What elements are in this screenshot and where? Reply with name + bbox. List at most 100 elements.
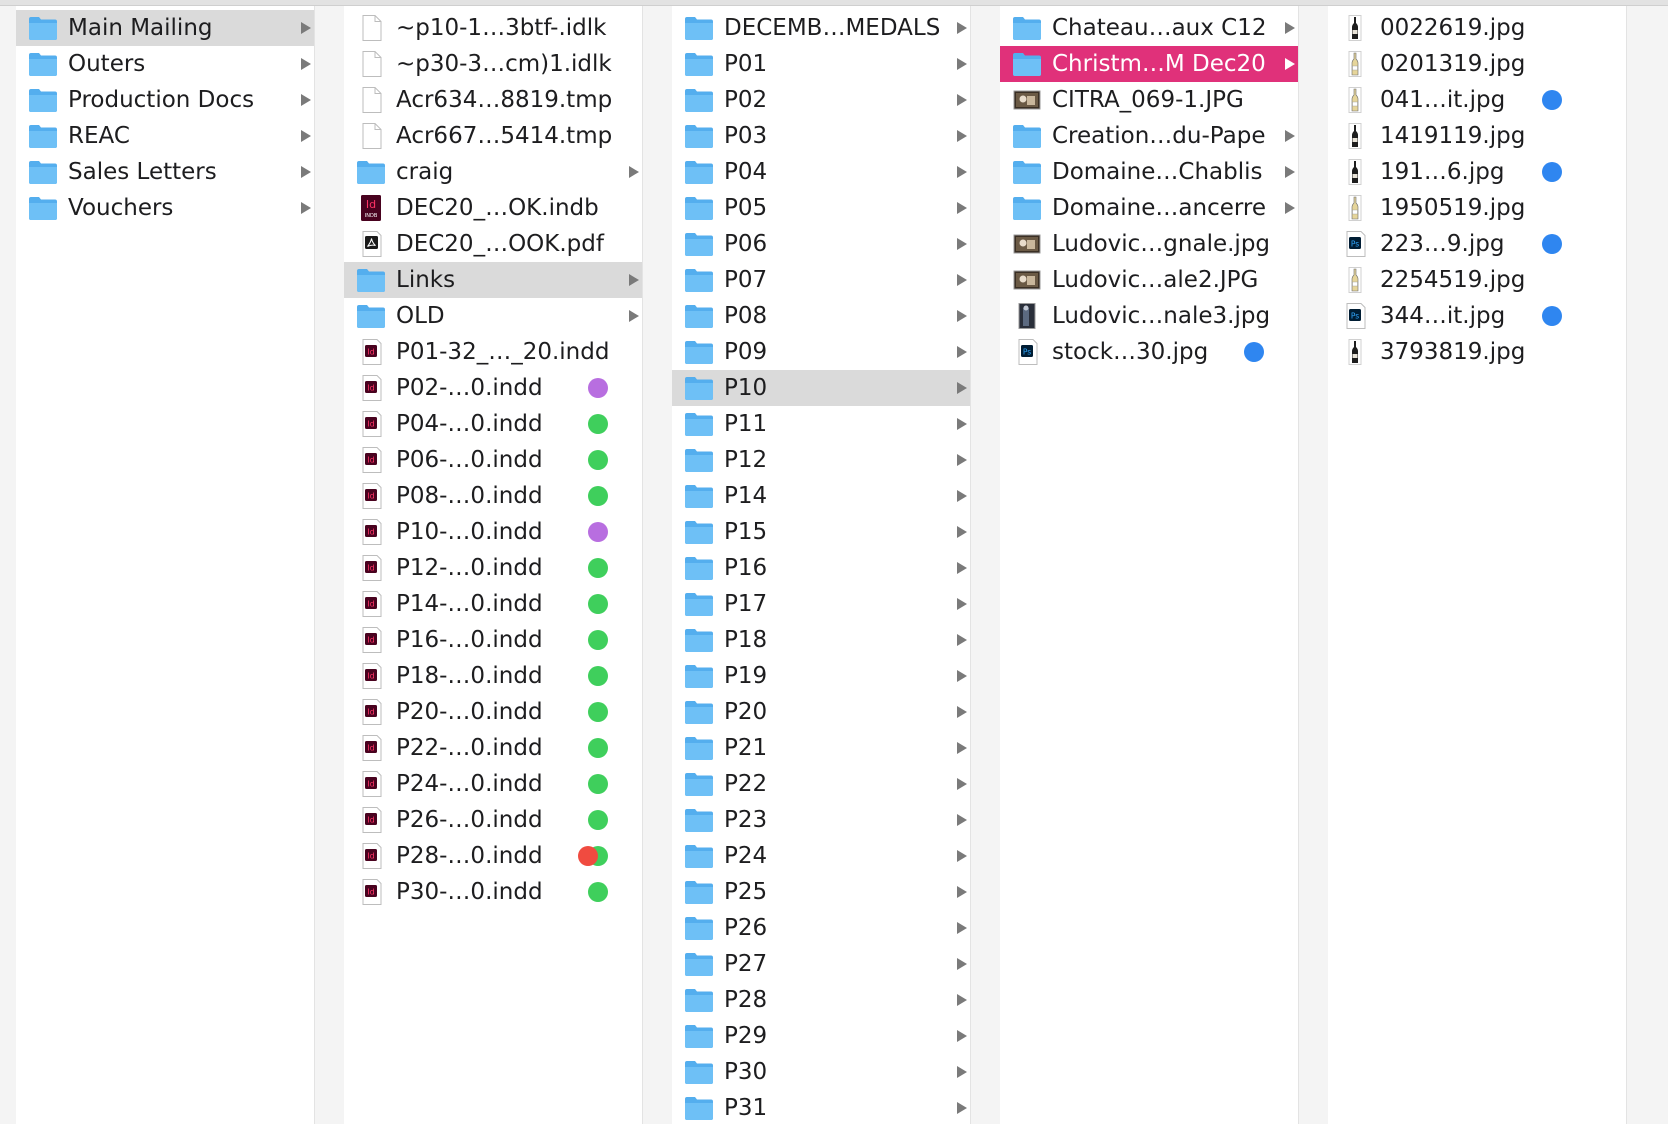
- file-item-ludovic-gnale-jpg[interactable]: Ludovic…gnale.jpg: [1000, 226, 1298, 262]
- folder-item-p05[interactable]: P05: [672, 190, 970, 226]
- folder-icon: [684, 915, 714, 941]
- folder-item-p20[interactable]: P20: [672, 694, 970, 730]
- column-2[interactable]: ~p10-1…3btf-.idlk ~p30-3…cm)1.idlk Acr634……: [344, 6, 643, 1124]
- folder-item-p12[interactable]: P12: [672, 442, 970, 478]
- folder-item-p17[interactable]: P17: [672, 586, 970, 622]
- column-1[interactable]: Main Mailing Outers Production Docs REAC Sal…: [16, 6, 315, 1124]
- tag-blue-dot: [1542, 90, 1562, 110]
- folder-item-chateau-aux-c12[interactable]: Chateau…aux C12: [1000, 10, 1298, 46]
- file-item-p10-0-indd[interactable]: Id P10-…0.indd: [344, 514, 642, 550]
- item-label: P16: [724, 555, 768, 581]
- file-item-p10-1-3btf-idlk[interactable]: ~p10-1…3btf-.idlk: [344, 10, 642, 46]
- folder-item-p27[interactable]: P27: [672, 946, 970, 982]
- file-item-p24-0-indd[interactable]: Id P24-…0.indd: [344, 766, 642, 802]
- file-item-3793819-jpg[interactable]: 3793819.jpg: [1328, 334, 1626, 370]
- file-item-2254519-jpg[interactable]: 2254519.jpg: [1328, 262, 1626, 298]
- folder-item-sales-letters[interactable]: Sales Letters: [16, 154, 314, 190]
- file-item-p12-0-indd[interactable]: Id P12-…0.indd: [344, 550, 642, 586]
- folder-item-p18[interactable]: P18: [672, 622, 970, 658]
- file-item-acr667-5414-tmp[interactable]: Acr667…5414.tmp: [344, 118, 642, 154]
- folder-item-p21[interactable]: P21: [672, 730, 970, 766]
- file-item-p30-0-indd[interactable]: Id P30-…0.indd: [344, 874, 642, 910]
- folder-item-outers[interactable]: Outers: [16, 46, 314, 82]
- folder-item-vouchers[interactable]: Vouchers: [16, 190, 314, 226]
- folder-item-craig[interactable]: craig: [344, 154, 642, 190]
- file-item-acr634-8819-tmp[interactable]: Acr634…8819.tmp: [344, 82, 642, 118]
- file-item-p26-0-indd[interactable]: Id P26-…0.indd: [344, 802, 642, 838]
- svg-text:Ps: Ps: [1351, 312, 1359, 321]
- folder-item-p09[interactable]: P09: [672, 334, 970, 370]
- folder-item-domaine-chablis[interactable]: Domaine…Chablis: [1000, 154, 1298, 190]
- folder-item-p02[interactable]: P02: [672, 82, 970, 118]
- file-item-1950519-jpg[interactable]: 1950519.jpg: [1328, 190, 1626, 226]
- folder-item-p25[interactable]: P25: [672, 874, 970, 910]
- folder-item-p11[interactable]: P11: [672, 406, 970, 442]
- file-item-1419119-jpg[interactable]: 1419119.jpg: [1328, 118, 1626, 154]
- file-item-ludovic-ale2-jpg[interactable]: Ludovic…ale2.JPG: [1000, 262, 1298, 298]
- document-icon: [356, 51, 386, 77]
- folder-item-links[interactable]: Links: [344, 262, 642, 298]
- folder-icon: [28, 51, 58, 77]
- folder-item-p16[interactable]: P16: [672, 550, 970, 586]
- folder-item-p06[interactable]: P06: [672, 226, 970, 262]
- item-label: Links: [396, 267, 456, 293]
- folder-item-p04[interactable]: P04: [672, 154, 970, 190]
- folder-item-p01[interactable]: P01: [672, 46, 970, 82]
- file-item-p22-0-indd[interactable]: Id P22-…0.indd: [344, 730, 642, 766]
- folder-item-p07[interactable]: P07: [672, 262, 970, 298]
- file-item-0201319-jpg[interactable]: 0201319.jpg: [1328, 46, 1626, 82]
- item-label: P02-…0.indd: [396, 375, 543, 401]
- file-item-0022619-jpg[interactable]: 0022619.jpg: [1328, 10, 1626, 46]
- file-item-p28-0-indd[interactable]: Id P28-…0.indd: [344, 838, 642, 874]
- file-item-stock-30-jpg[interactable]: Ps stock…30.jpg: [1000, 334, 1298, 370]
- item-label: P10-…0.indd: [396, 519, 543, 545]
- file-item-ludovic-nale3-jpg[interactable]: Ludovic…nale3.jpg: [1000, 298, 1298, 334]
- file-item-191-6-jpg[interactable]: 191…6.jpg: [1328, 154, 1626, 190]
- folder-item-production-docs[interactable]: Production Docs: [16, 82, 314, 118]
- folder-item-p03[interactable]: P03: [672, 118, 970, 154]
- folder-item-p10[interactable]: P10: [672, 370, 970, 406]
- file-item-p06-0-indd[interactable]: Id P06-…0.indd: [344, 442, 642, 478]
- file-item-citra-069-1-jpg[interactable]: CITRA_069-1.JPG: [1000, 82, 1298, 118]
- folder-item-p30[interactable]: P30: [672, 1054, 970, 1090]
- file-item-223-9-jpg[interactable]: Ps 223…9.jpg: [1328, 226, 1626, 262]
- folder-item-p29[interactable]: P29: [672, 1018, 970, 1054]
- folder-item-p19[interactable]: P19: [672, 658, 970, 694]
- file-item-p18-0-indd[interactable]: Id P18-…0.indd: [344, 658, 642, 694]
- file-item-041-it-jpg[interactable]: 041…it.jpg: [1328, 82, 1626, 118]
- file-item-dec20-ok-indb[interactable]: Id INDB DEC20_…OK.indb: [344, 190, 642, 226]
- folder-item-p22[interactable]: P22: [672, 766, 970, 802]
- folder-item-p26[interactable]: P26: [672, 910, 970, 946]
- folder-item-p28[interactable]: P28: [672, 982, 970, 1018]
- file-item-p02-0-indd[interactable]: Id P02-…0.indd: [344, 370, 642, 406]
- file-item-dec20-ook-pdf[interactable]: DEC20_…OOK.pdf: [344, 226, 642, 262]
- folder-item-creation-du-pape[interactable]: Creation…du-Pape: [1000, 118, 1298, 154]
- folder-item-p31[interactable]: P31: [672, 1090, 970, 1124]
- folder-item-p15[interactable]: P15: [672, 514, 970, 550]
- folder-icon: [684, 231, 714, 257]
- column-4[interactable]: Chateau…aux C12 Christm…M Dec20 CITRA_069-…: [1000, 6, 1299, 1124]
- file-item-p04-0-indd[interactable]: Id P04-…0.indd: [344, 406, 642, 442]
- folder-item-p14[interactable]: P14: [672, 478, 970, 514]
- folder-item-christm-m-dec20[interactable]: Christm…M Dec20: [1000, 46, 1298, 82]
- file-item-p14-0-indd[interactable]: Id P14-…0.indd: [344, 586, 642, 622]
- file-item-p16-0-indd[interactable]: Id P16-…0.indd: [344, 622, 642, 658]
- folder-item-main-mailing[interactable]: Main Mailing: [16, 10, 314, 46]
- file-item-p08-0-indd[interactable]: Id P08-…0.indd: [344, 478, 642, 514]
- folder-item-reac[interactable]: REAC: [16, 118, 314, 154]
- file-item-p20-0-indd[interactable]: Id P20-…0.indd: [344, 694, 642, 730]
- folder-item-p23[interactable]: P23: [672, 802, 970, 838]
- file-item-p01-32-20-indd[interactable]: Id P01-32_…_20.indd: [344, 334, 642, 370]
- folder-item-old[interactable]: OLD: [344, 298, 642, 334]
- file-item-344-it-jpg[interactable]: Ps 344…it.jpg: [1328, 298, 1626, 334]
- file-item-p30-3-cm-1-idlk[interactable]: ~p30-3…cm)1.idlk: [344, 46, 642, 82]
- folder-item-p24[interactable]: P24: [672, 838, 970, 874]
- column-3[interactable]: DECEMB…MEDALS P01 P02 P03 P04 P05 P06 P07 P08 P09…: [672, 6, 971, 1124]
- folder-item-decemb-medals[interactable]: DECEMB…MEDALS: [672, 10, 970, 46]
- column-5[interactable]: 0022619.jpg 0201319.jpg 041…it.jpg 1419119.…: [1328, 6, 1627, 1124]
- folder-item-domaine-ancerre[interactable]: Domaine…ancerre: [1000, 190, 1298, 226]
- item-label: ~p10-1…3btf-.idlk: [396, 15, 607, 41]
- folder-item-p08[interactable]: P08: [672, 298, 970, 334]
- tag-green-dot: [588, 414, 608, 434]
- svg-text:Id: Id: [367, 672, 374, 681]
